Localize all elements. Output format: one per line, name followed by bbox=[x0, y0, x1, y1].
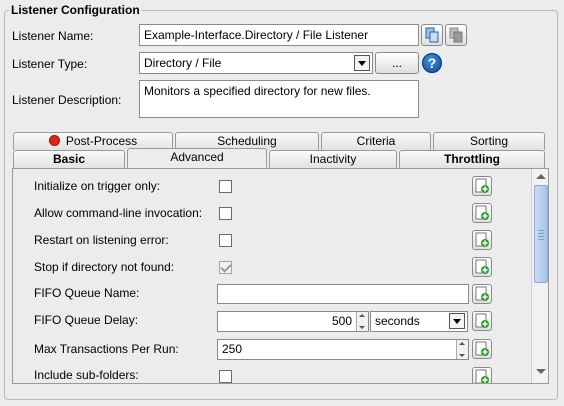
subfolders-checkbox[interactable] bbox=[219, 370, 232, 383]
advanced-panel: Initialize on trigger only: Allow comman… bbox=[12, 168, 549, 384]
subfolders-label: Include sub-folders: bbox=[34, 368, 139, 382]
group-title: Listener Configuration bbox=[9, 3, 142, 17]
stop-label: Stop if directory not found: bbox=[34, 260, 175, 274]
browse-button[interactable]: ... bbox=[375, 52, 419, 74]
paste-icon bbox=[449, 27, 463, 43]
listener-description-input[interactable]: Monitors a specified directory for new f… bbox=[139, 80, 419, 118]
max-transactions-label: Max Transactions Per Run: bbox=[34, 342, 179, 356]
add-subfolders-button[interactable] bbox=[472, 367, 492, 383]
add-init-trigger-button[interactable] bbox=[472, 176, 492, 196]
add-icon bbox=[475, 313, 489, 328]
vertical-scrollbar[interactable] bbox=[531, 169, 548, 383]
add-fifo-delay-button[interactable] bbox=[472, 311, 492, 331]
init-trigger-label: Initialize on trigger only: bbox=[34, 179, 161, 193]
listener-name-input[interactable]: Example-Interface.Directory / File Liste… bbox=[139, 24, 419, 46]
fifo-delay-label: FIFO Queue Delay: bbox=[34, 313, 139, 327]
scroll-up-icon[interactable] bbox=[536, 174, 546, 179]
tab-basic[interactable]: Basic bbox=[13, 150, 125, 168]
copy-button[interactable] bbox=[421, 24, 443, 46]
scroll-thumb[interactable] bbox=[534, 185, 548, 283]
max-transactions-input[interactable]: 250 bbox=[217, 339, 469, 360]
fifo-name-input[interactable] bbox=[217, 284, 469, 304]
paste-button[interactable] bbox=[445, 24, 467, 46]
tab-criteria[interactable]: Criteria bbox=[321, 132, 431, 150]
add-fifo-name-button[interactable] bbox=[472, 284, 492, 304]
help-icon[interactable]: ? bbox=[422, 53, 442, 73]
add-icon bbox=[475, 178, 489, 193]
add-icon bbox=[475, 341, 489, 356]
cmdline-label: Allow command-line invocation: bbox=[34, 206, 203, 220]
copy-icon bbox=[425, 27, 439, 43]
restart-checkbox[interactable] bbox=[219, 234, 232, 247]
max-transactions-value: 250 bbox=[222, 342, 243, 356]
max-transactions-spinner[interactable] bbox=[456, 340, 468, 359]
fifo-delay-spinner[interactable] bbox=[356, 312, 368, 331]
add-icon bbox=[475, 369, 489, 383]
listener-description-label: Listener Description: bbox=[12, 93, 122, 107]
add-icon bbox=[475, 205, 489, 220]
add-stop-button[interactable] bbox=[472, 257, 492, 277]
fifo-delay-unit-select[interactable]: seconds bbox=[370, 311, 468, 332]
cmdline-checkbox[interactable] bbox=[219, 207, 232, 220]
listener-name-label: Listener Name: bbox=[12, 29, 94, 43]
fifo-delay-unit-value: seconds bbox=[375, 314, 420, 328]
listener-type-select[interactable]: Directory / File bbox=[139, 52, 373, 74]
tab-throttling[interactable]: Throttling bbox=[399, 150, 545, 168]
init-trigger-checkbox[interactable] bbox=[219, 180, 232, 193]
scroll-down-icon[interactable] bbox=[536, 369, 546, 374]
add-restart-button[interactable] bbox=[472, 230, 492, 250]
fifo-delay-input[interactable]: 500 bbox=[217, 311, 369, 332]
stop-checkbox[interactable] bbox=[219, 261, 232, 274]
listener-type-label: Listener Type: bbox=[12, 57, 88, 71]
error-icon bbox=[48, 135, 60, 146]
tab-sorting[interactable]: Sorting bbox=[433, 132, 545, 150]
add-icon bbox=[475, 259, 489, 274]
add-icon bbox=[475, 232, 489, 247]
add-icon bbox=[475, 286, 489, 301]
fifo-name-label: FIFO Queue Name: bbox=[34, 286, 140, 300]
add-cmdline-button[interactable] bbox=[472, 203, 492, 223]
listener-type-value: Directory / File bbox=[144, 56, 222, 70]
chevron-down-icon[interactable] bbox=[449, 313, 465, 329]
restart-label: Restart on listening error: bbox=[34, 233, 169, 247]
tab-inactivity[interactable]: Inactivity bbox=[269, 150, 397, 168]
tab-advanced[interactable]: Advanced bbox=[127, 148, 267, 168]
fifo-delay-value: 500 bbox=[331, 314, 352, 328]
add-max-transactions-button[interactable] bbox=[472, 339, 492, 359]
chevron-down-icon[interactable] bbox=[354, 55, 370, 71]
tab-post-process-label: Post-Process bbox=[65, 134, 138, 148]
